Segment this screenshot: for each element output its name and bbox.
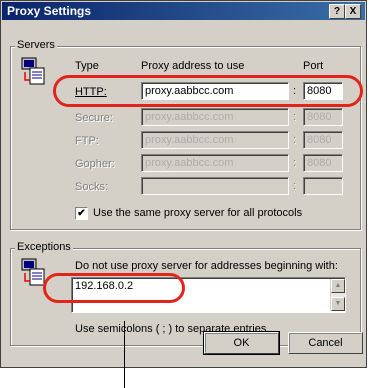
exceptions-instruction: Do not use proxy server for addresses be… — [75, 260, 338, 272]
port-column-header: Port — [303, 60, 324, 72]
socks-port-input[interactable] — [303, 177, 343, 195]
exceptions-group-label: Exceptions — [15, 241, 73, 253]
secure-address-input[interactable]: proxy.aabbcc.com — [141, 108, 289, 126]
cancel-button[interactable]: Cancel — [288, 332, 363, 354]
ftp-address-input[interactable]: proxy.aabbcc.com — [141, 131, 289, 149]
secure-label: Secure: — [75, 112, 113, 124]
ftp-port-input[interactable]: 8080 — [303, 131, 343, 149]
gopher-label: Gopher: — [75, 158, 115, 170]
gopher-address-input[interactable]: proxy.aabbcc.com — [141, 154, 289, 172]
proxy-settings-dialog: Proxy Settings ? X Servers Type Proxy ad… — [0, 0, 367, 368]
ftp-port-separator: : — [293, 134, 297, 146]
gopher-port-separator: : — [293, 157, 297, 169]
exceptions-scrollbar[interactable]: ▲ ▼ — [330, 279, 345, 311]
socks-address-input[interactable] — [141, 177, 289, 195]
scroll-up-icon[interactable]: ▲ — [331, 279, 345, 293]
ok-button[interactable]: OK — [203, 331, 280, 355]
same-proxy-checkbox[interactable]: ✔ — [75, 207, 88, 220]
http-highlight-oval — [53, 75, 363, 107]
title-bar[interactable]: Proxy Settings ? X — [2, 2, 365, 20]
socks-port-separator: : — [293, 180, 297, 192]
annotation-pointer-line — [124, 321, 125, 388]
close-button[interactable]: X — [345, 4, 361, 19]
ftp-label: FTP: — [75, 135, 99, 147]
network-computer-icon — [21, 57, 45, 85]
address-column-header: Proxy address to use — [141, 60, 245, 72]
window-title: Proxy Settings — [7, 4, 92, 18]
type-column-header: Type — [75, 60, 99, 72]
help-button[interactable]: ? — [329, 4, 345, 19]
same-proxy-label[interactable]: Use the same proxy server for all protoc… — [93, 207, 302, 219]
socks-label: Socks: — [75, 181, 109, 193]
gopher-port-input[interactable]: 8080 — [303, 154, 343, 172]
scroll-down-icon[interactable]: ▼ — [331, 297, 345, 311]
secure-port-separator: : — [293, 111, 297, 123]
exceptions-highlight-oval — [43, 273, 185, 303]
servers-group-label: Servers — [15, 39, 57, 51]
secure-port-input[interactable]: 8080 — [303, 108, 343, 126]
